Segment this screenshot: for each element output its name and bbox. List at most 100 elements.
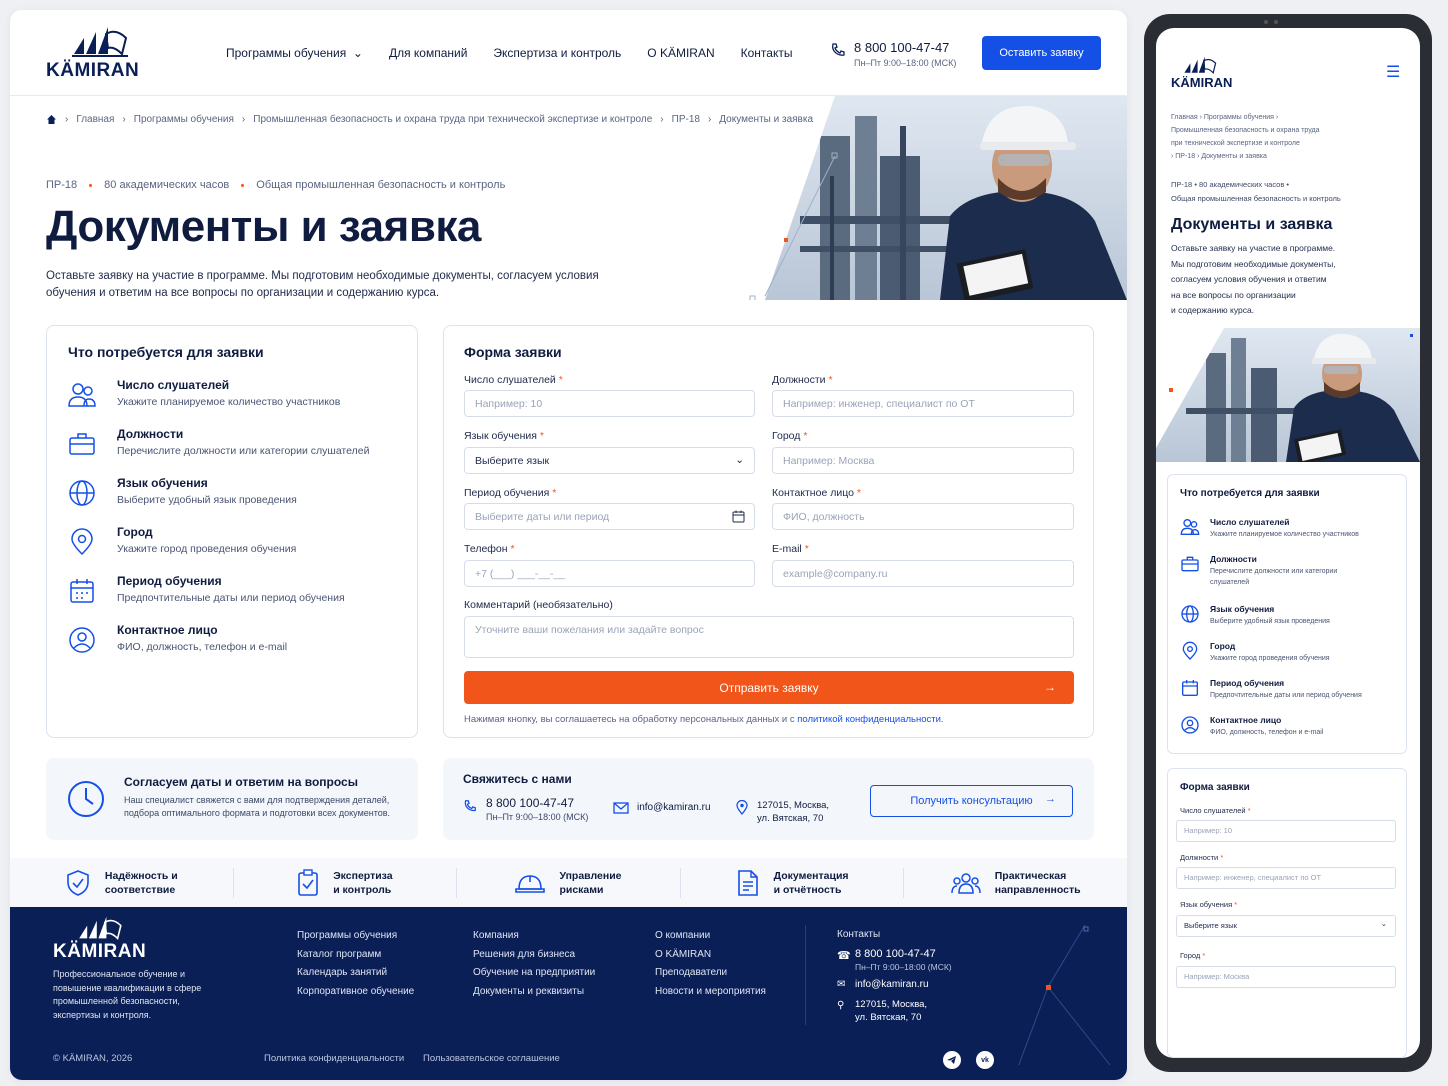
hero-image bbox=[740, 96, 1127, 300]
footer-col-programs: Программы обучения Каталог программ Кале… bbox=[297, 927, 414, 1001]
positions-input[interactable]: Например: инженер, специалист по ОТ bbox=[772, 390, 1074, 417]
requirement-text: Предпочтительные даты или период обучени… bbox=[117, 592, 345, 604]
telegram-icon[interactable] bbox=[943, 1051, 961, 1069]
requirement-title: Контактное лицо bbox=[1210, 715, 1282, 725]
breadcrumb-item[interactable]: ПР-18 bbox=[672, 114, 700, 125]
footer-link[interactable]: Корпоративное обучение bbox=[297, 983, 414, 1002]
email-input[interactable]: example@company.ru bbox=[772, 560, 1074, 587]
lead-line: на все вопросы по организации bbox=[1171, 289, 1296, 300]
leave-request-button[interactable]: Оставить заявку bbox=[982, 36, 1101, 70]
briefcase-icon bbox=[69, 433, 95, 455]
footer-link[interactable]: Каталог программ bbox=[297, 946, 414, 965]
breadcrumb-current: Документы и заявка bbox=[719, 114, 814, 125]
location-icon bbox=[736, 800, 748, 815]
language-select[interactable]: Выберите язык ⌄ bbox=[1176, 915, 1396, 937]
city-input[interactable]: Например: Москва bbox=[772, 447, 1074, 474]
period-input[interactable]: Выберите даты или период bbox=[464, 503, 755, 530]
banner-title: Согласуем даты и ответим на вопросы bbox=[124, 775, 358, 789]
tablet-frame: KÄMIRAN ☰ Главная › Программы обучения ›… bbox=[1144, 14, 1432, 1072]
text-line: Перечислите должности или категории bbox=[1210, 568, 1338, 575]
footer-link[interactable]: Решения для бизнеса bbox=[473, 946, 595, 965]
footer-col-company: Компания Решения для бизнеса Обучение на… bbox=[473, 927, 595, 1001]
feature-label: Управление рисками bbox=[559, 869, 621, 897]
listeners-input[interactable]: Например: 10 bbox=[464, 390, 755, 417]
footer-link[interactable]: О компании bbox=[655, 927, 766, 946]
logo-text: KÄMIRAN bbox=[46, 60, 140, 81]
mobile-requirements-card: Что потребуется для заявки Число слушате… bbox=[1167, 474, 1407, 754]
footer-phone-icon: ☎ bbox=[837, 950, 851, 962]
contact-email[interactable]: info@kamiran.ru bbox=[637, 802, 711, 813]
footer-hours: Пн–Пт 9:00–18:00 (МСК) bbox=[855, 962, 952, 972]
home-icon[interactable] bbox=[46, 114, 57, 125]
vk-icon[interactable]: vk bbox=[976, 1051, 994, 1069]
footer-link[interactable]: Преподаватели bbox=[655, 964, 766, 983]
logo[interactable]: KÄMIRAN bbox=[46, 24, 156, 84]
footer-link[interactable]: Обучение на предприятии bbox=[473, 964, 595, 983]
requirement-item: Город Укажите город проведения обучения bbox=[67, 525, 407, 565]
address-line: 127015, Москва, bbox=[855, 999, 928, 1010]
requirement-text: ФИО, должность, телефон и e-mail bbox=[1210, 727, 1323, 738]
consultation-button[interactable]: Получить консультацию → bbox=[870, 785, 1073, 817]
footer-link[interactable]: Документы и реквизиты bbox=[473, 983, 595, 1002]
nav-expertise[interactable]: Экспертиза и контроль bbox=[493, 46, 621, 60]
feature-line: Надёжность и bbox=[104, 870, 178, 882]
footer-phone[interactable]: 8 800 100-47-47 bbox=[855, 948, 936, 960]
breadcrumb-line[interactable]: Промышленная безопасность и охрана труда bbox=[1171, 124, 1319, 137]
phone-input[interactable]: +7 (___) ___-__-__ bbox=[464, 560, 755, 587]
address-line: 127015, Москва, bbox=[757, 800, 830, 811]
requirement-title: Число слушателей bbox=[117, 378, 230, 392]
helmet-icon bbox=[515, 875, 546, 893]
comment-textarea[interactable]: Уточните ваши пожелания или задайте вопр… bbox=[464, 616, 1074, 658]
mobile-logo-text[interactable]: KÄMIRAN bbox=[1171, 75, 1232, 90]
breadcrumb-line[interactable]: › ПР-18 › Документы и заявка bbox=[1171, 150, 1319, 163]
page-title: Документы и заявка bbox=[46, 202, 481, 251]
listeners-input[interactable]: Например: 10 bbox=[1176, 820, 1396, 842]
requirement-title: Контактное лицо bbox=[117, 623, 218, 637]
submit-button[interactable]: Отправить заявку → bbox=[464, 671, 1074, 704]
breadcrumb-line[interactable]: при технической экспертизе и контроле bbox=[1171, 137, 1319, 150]
breadcrumb-line[interactable]: Главная › Программы обучения › bbox=[1171, 111, 1319, 124]
hamburger-menu-icon[interactable]: ☰ bbox=[1386, 62, 1400, 82]
footer-logo-text[interactable]: KÄMIRAN bbox=[53, 941, 146, 963]
footer-link[interactable]: Программы обучения bbox=[297, 927, 414, 946]
positions-label: Должности * bbox=[772, 374, 833, 386]
privacy-link[interactable]: политикой конфиденциальности. bbox=[797, 714, 943, 725]
language-select[interactable]: Выберите язык ⌄ bbox=[464, 447, 755, 474]
select-value: Выберите язык bbox=[1184, 921, 1237, 930]
phone-label: Телефон * bbox=[464, 543, 515, 555]
program-meta: ПР-18 80 академических часов Общая промы… bbox=[46, 179, 505, 191]
feature-item: Документация и отчётность bbox=[681, 868, 905, 898]
footer-link[interactable]: О KÄMIRAN bbox=[655, 946, 766, 965]
footer-link[interactable]: Компания bbox=[473, 927, 595, 946]
city-input[interactable]: Например: Москва bbox=[1176, 966, 1396, 988]
chevron-right-icon: › bbox=[122, 114, 126, 125]
privacy-link[interactable]: Политика конфиденциальности bbox=[264, 1053, 404, 1064]
nav-about[interactable]: О KÄMIRAN bbox=[647, 46, 714, 60]
button-label: Получить консультацию bbox=[910, 795, 1033, 807]
breadcrumb-item[interactable]: Главная bbox=[76, 114, 114, 125]
requirement-text: Предпочтительные даты или период обучени… bbox=[1210, 690, 1362, 701]
feature-line: Документация bbox=[773, 870, 849, 882]
required-mark: * bbox=[510, 543, 515, 555]
footer-link[interactable]: Новости и мероприятия bbox=[655, 983, 766, 1002]
positions-input[interactable]: Например: инженер, специалист по ОТ bbox=[1176, 867, 1396, 889]
calendar-icon[interactable] bbox=[732, 510, 745, 523]
breadcrumb-item[interactable]: Программы обучения bbox=[134, 114, 234, 125]
nav-programs[interactable]: Программы обучения ⌄ bbox=[226, 46, 363, 60]
nav-companies[interactable]: Для компаний bbox=[389, 46, 467, 60]
nav-contacts[interactable]: Контакты bbox=[741, 46, 793, 60]
terms-link[interactable]: Пользовательское соглашение bbox=[423, 1053, 560, 1064]
city-label: Город * bbox=[1180, 951, 1205, 960]
program-category: Общая промышленная безопасность и контро… bbox=[256, 179, 506, 191]
required-mark: * bbox=[828, 374, 833, 386]
breadcrumb: › Главная › Программы обучения › Промышл… bbox=[46, 114, 813, 125]
contact-phone[interactable]: 8 800 100-47-47 bbox=[486, 796, 574, 810]
requirement-text: Укажите город проведения обучения bbox=[117, 543, 297, 555]
phone-hours: Пн–Пт 9:00–18:00 (МСК) bbox=[854, 58, 957, 68]
footer-link[interactable]: Календарь занятий bbox=[297, 964, 414, 983]
footer-email[interactable]: info@kamiran.ru bbox=[855, 979, 929, 990]
form-title: Форма заявки bbox=[464, 344, 562, 360]
contact-person-input[interactable]: ФИО, должность bbox=[772, 503, 1074, 530]
breadcrumb-item[interactable]: Промышленная безопасность и охрана труда… bbox=[253, 114, 652, 125]
footer-divider bbox=[805, 925, 806, 1025]
